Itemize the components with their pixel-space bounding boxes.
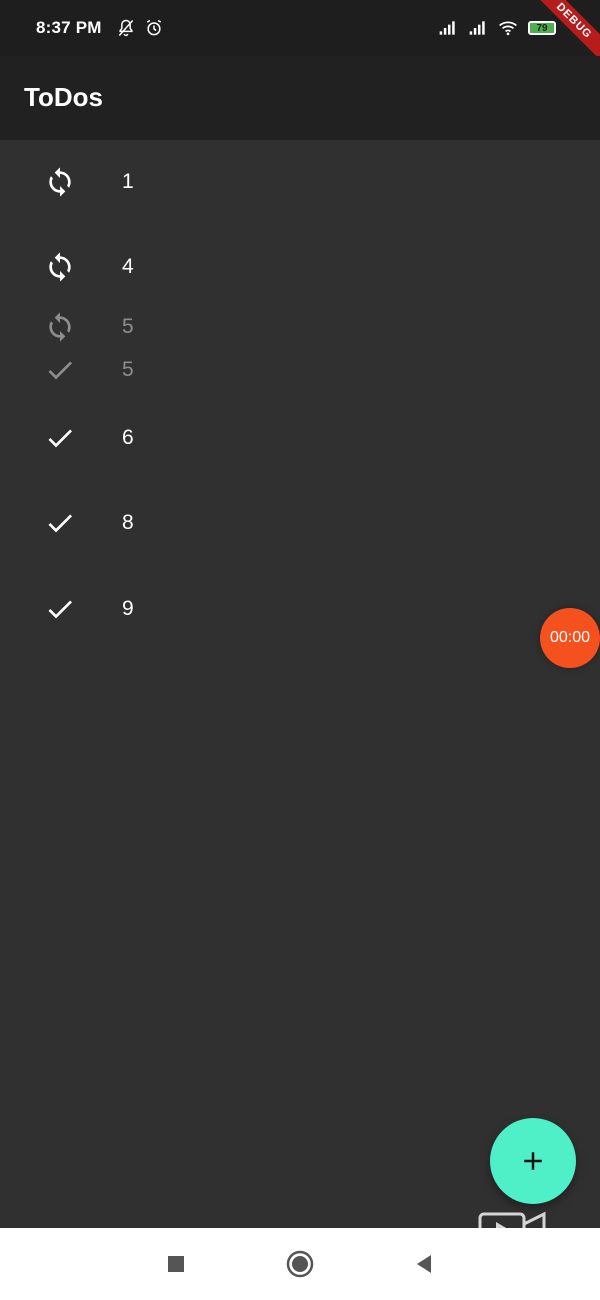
todo-label: 4 (122, 255, 134, 278)
add-icon (524, 1152, 542, 1170)
check-icon (48, 429, 72, 448)
back-icon (417, 1255, 431, 1273)
list-item[interactable]: 4 (0, 247, 520, 287)
alarm-icon (146, 19, 162, 36)
signal-icon (439, 21, 455, 35)
list-item[interactable]: 5 (0, 350, 520, 390)
battery-icon: 79 (528, 21, 556, 35)
back-button[interactable] (406, 1246, 442, 1282)
status-bar: 8:37 PM 79 DEBUG (0, 0, 600, 70)
app-bar: ToDos (0, 56, 600, 140)
recorder-time: 00:00 (549, 629, 591, 646)
sync-icon (49, 167, 71, 197)
status-left-icons (116, 18, 164, 38)
app-screen: 8:37 PM 79 DEBUG ToDos 1 4 5 5 6 8 9 00:… (0, 0, 600, 1300)
home-button[interactable] (282, 1246, 318, 1282)
add-todo-button[interactable] (490, 1118, 576, 1204)
todo-label: 6 (122, 426, 134, 449)
signal-icon (469, 21, 485, 35)
sync-icon (49, 312, 71, 342)
home-icon (286, 1250, 314, 1278)
todo-label: 8 (122, 511, 134, 534)
sync-icon (49, 252, 71, 282)
mute-icon (118, 19, 134, 37)
todo-label: 5 (122, 358, 134, 381)
recents-button[interactable] (158, 1246, 194, 1282)
list-item[interactable]: 8 (0, 503, 520, 543)
recents-icon (168, 1256, 184, 1272)
battery-level: 79 (536, 22, 548, 34)
todo-label: 9 (122, 597, 134, 620)
check-icon (48, 361, 72, 380)
list-item[interactable]: 1 (0, 162, 520, 202)
status-right-icons: 79 (438, 18, 556, 38)
status-time: 8:37 PM (36, 18, 102, 37)
todo-label: 1 (122, 170, 134, 193)
list-item[interactable]: 9 (0, 589, 520, 629)
wifi-icon (499, 21, 517, 36)
system-nav-bar (0, 1228, 600, 1300)
list-item[interactable]: 6 (0, 418, 520, 458)
recorder-timer-bubble[interactable]: 00:00 (540, 608, 600, 668)
todo-label: 5 (122, 315, 134, 338)
list-item[interactable]: 5 (0, 307, 520, 347)
page-title: ToDos (24, 82, 103, 112)
check-icon (48, 600, 72, 619)
check-icon (48, 514, 72, 533)
